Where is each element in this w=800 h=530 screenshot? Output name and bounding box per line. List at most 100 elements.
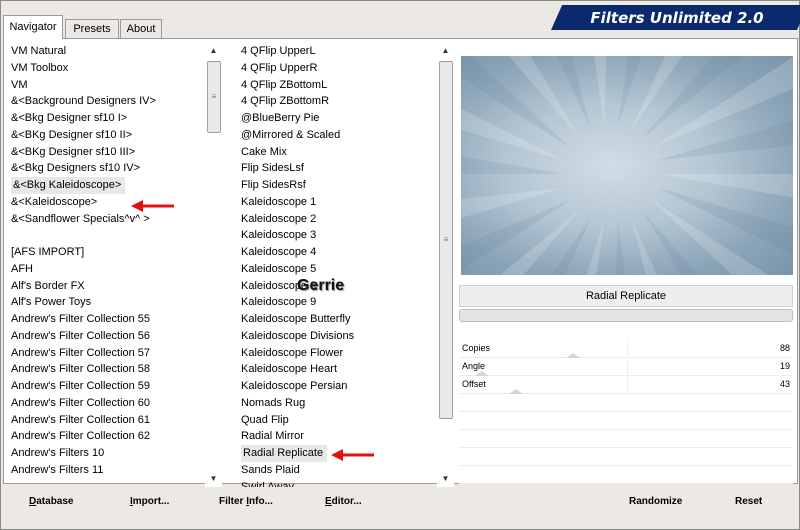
filter-item[interactable]: Kaleidoscope Butterfly [239, 311, 435, 328]
filter-item[interactable]: Radial Mirror [239, 428, 435, 445]
filter-item-label: 4 QFlip UpperL [241, 45, 316, 57]
filter-item[interactable]: 4 QFlip ZBottomR [239, 93, 435, 110]
category-item[interactable]: AFH [9, 261, 205, 278]
param-empty-row [459, 431, 793, 448]
tab-about[interactable]: About [120, 19, 162, 39]
filter-item[interactable]: Kaleidoscope Heart [239, 361, 435, 378]
slider-marker[interactable] [565, 353, 580, 358]
filter-item-label: Kaleidoscope 4 [241, 246, 317, 258]
slider-marker[interactable] [475, 371, 490, 376]
category-item-label: &<BKg Designer sf10 III> [11, 145, 136, 158]
database-button[interactable]: Database [29, 496, 73, 507]
filter-item[interactable]: Kaleidoscope 2 [239, 211, 435, 228]
filter-item[interactable]: 4 QFlip ZBottomL [239, 77, 435, 94]
scroll-up-arrow-icon[interactable]: ▲ [205, 43, 222, 59]
category-item-label: AFH [11, 262, 33, 275]
filter-item[interactable]: Quad Flip [239, 412, 435, 429]
category-item[interactable]: Alf's Border FX [9, 278, 205, 295]
filter-item[interactable]: Flip SidesLsf [239, 160, 435, 177]
randomize-button[interactable]: Randomize [629, 496, 682, 507]
category-list[interactable]: VM Natural VM Toolbox VM &<Background Desig… [9, 43, 205, 487]
category-item[interactable]: Andrew's Filter Collection 61 [9, 412, 205, 429]
param-empty-row [459, 467, 793, 484]
database-label: atabase [36, 496, 74, 507]
filter-item[interactable]: Sands Plaid [239, 462, 435, 479]
filter-item[interactable]: @Mirrored & Scaled [239, 127, 435, 144]
filter-info-button[interactable]: Filter Info... [219, 496, 273, 507]
scroll-thumb[interactable]: ≡ [207, 61, 221, 133]
category-item[interactable]: Andrew's Filter Collection 60 [9, 395, 205, 412]
category-item[interactable]: &<Bkg Designers sf10 IV> [9, 160, 205, 177]
category-item[interactable]: VM Natural [9, 43, 205, 60]
category-item[interactable]: Andrew's Filter Collection 55 [9, 311, 205, 328]
filter-item[interactable]: Kaleidoscope 9 [239, 294, 435, 311]
slider-marker[interactable] [508, 389, 523, 394]
filter-item[interactable]: 4 QFlip UpperL [239, 43, 435, 60]
category-item[interactable]: Andrew's Filter Collection 62 [9, 428, 205, 445]
import-button[interactable]: Import... [130, 496, 169, 507]
scroll-down-arrow-icon[interactable]: ▼ [437, 471, 454, 487]
filter-item-label: Radial Mirror [241, 430, 304, 443]
category-item-label: VM Toolbox [11, 61, 69, 74]
filter-item-label: Kaleidoscope 2 [241, 212, 317, 225]
filter-item[interactable]: Kaleidoscope 5 [239, 261, 435, 278]
category-item-label: Andrew's Filters 10 [11, 447, 105, 459]
filter-item-label: Cake Mix [241, 145, 287, 158]
param-value: 19 [779, 361, 790, 371]
category-item[interactable]: &<BKg Designer sf10 II> [9, 127, 205, 144]
category-item[interactable]: &<Background Designers IV> [9, 93, 205, 110]
category-item[interactable]: &<Kaleidoscope> [9, 194, 205, 211]
editor-button[interactable]: Editor... [325, 496, 362, 507]
category-item[interactable]: [AFS IMPORT] [9, 244, 205, 261]
category-item[interactable]: &<Bkg Kaleidoscope> [9, 177, 205, 194]
param-copies[interactable]: Copies 88 [459, 341, 793, 358]
category-item[interactable]: Andrew's Filter Collection 58 [9, 361, 205, 378]
tab-presets[interactable]: Presets [65, 19, 119, 39]
filter-item-label: 4 QFlip ZBottomL [241, 78, 328, 91]
filter-item[interactable]: 4 QFlip UpperR [239, 60, 435, 77]
filter-info-label-pre: Filter [219, 496, 247, 507]
category-item[interactable]: VM Toolbox [9, 60, 205, 77]
category-item[interactable]: &<BKg Designer sf10 III> [9, 144, 205, 161]
filter-list[interactable]: 4 QFlip UpperL 4 QFlip UpperR 4 QFlip ZBot… [239, 43, 435, 487]
filter-item[interactable]: Kaleidoscope Divisions [239, 328, 435, 345]
category-item-label: &<BKg Designer sf10 II> [11, 128, 133, 141]
param-offset[interactable]: Offset 43 [459, 377, 793, 394]
filter-item-label: Kaleidoscope Heart [241, 363, 338, 376]
scroll-up-arrow-icon[interactable]: ▲ [437, 43, 454, 59]
scroll-thumb[interactable]: ≡ [439, 61, 453, 419]
editor-label: ditor... [331, 496, 362, 507]
category-item[interactable]: &<Bkg Designer sf10 I> [9, 110, 205, 127]
filter-item[interactable]: Swirl Away [239, 479, 435, 488]
filter-item[interactable]: Kaleidoscope Flower [239, 345, 435, 362]
category-item[interactable]: &<Sandflower Specials^v^ > [9, 211, 205, 228]
category-item-label: Andrew's Filter Collection 59 [11, 380, 151, 392]
category-item[interactable]: Andrew's Filters 11 [9, 462, 205, 479]
filter-item[interactable]: Nomads Rug [239, 395, 435, 412]
filter-item-label: Swirl Away [241, 480, 294, 488]
param-angle[interactable]: Angle 19 [459, 359, 793, 376]
category-item[interactable]: Alf's Power Toys [9, 294, 205, 311]
category-item[interactable]: Andrew's Filter Collection 56 [9, 328, 205, 345]
filter-item[interactable]: Kaleidoscope 1 [239, 194, 435, 211]
reset-button[interactable]: Reset [735, 496, 762, 507]
filter-item[interactable]: Kaleidoscope 4 [239, 244, 435, 261]
category-item-label: Alf's Power Toys [11, 296, 92, 309]
filter-item[interactable]: @BlueBerry Pie [239, 110, 435, 127]
category-item[interactable] [9, 227, 205, 244]
filter-item[interactable]: Flip SidesRsf [239, 177, 435, 194]
category-item-label: Andrew's Filter Collection 55 [11, 313, 151, 325]
category-item-label: Andrew's Filters 11 [11, 463, 104, 476]
category-item[interactable]: Andrew's Filters 10 [9, 445, 205, 462]
filter-item[interactable]: Kaleidoscope 3 [239, 227, 435, 244]
category-scrollbar[interactable]: ▲ ≡ ▼ [205, 43, 222, 487]
filter-item[interactable]: Cake Mix [239, 144, 435, 161]
filter-item[interactable]: Kaleidoscope Persian [239, 378, 435, 395]
category-item[interactable]: Andrew's Filter Collection 59 [9, 378, 205, 395]
filter-scrollbar[interactable]: ▲ ≡ ▼ [437, 43, 454, 487]
category-item[interactable]: Andrew's Filter Collection 57 [9, 345, 205, 362]
tab-navigator[interactable]: Navigator [3, 15, 63, 39]
category-item[interactable]: VM [9, 77, 205, 94]
scroll-down-arrow-icon[interactable]: ▼ [205, 471, 222, 487]
radial-pattern-image [461, 56, 793, 275]
